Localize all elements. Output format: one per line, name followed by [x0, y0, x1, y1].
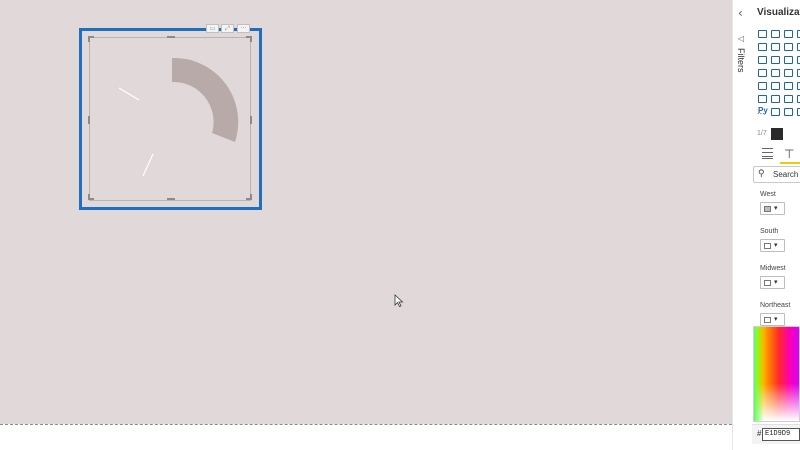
donut-arc-segment — [172, 57, 239, 142]
selected-donut-visual[interactable] — [79, 28, 262, 210]
chevron-down-icon: ▾ — [774, 316, 778, 323]
decomposition-tree-icon[interactable] — [784, 108, 793, 116]
stacked-area-chart-icon[interactable] — [784, 43, 793, 51]
color-picker-northeast[interactable]: ▾ — [760, 313, 785, 326]
hex-color-row: # E1D9D9 — [752, 424, 800, 444]
filters-label[interactable]: Filters — [736, 48, 746, 73]
resize-handle-top-left-v[interactable] — [88, 36, 90, 42]
visualizations-pane: Visualizations Py ... 1/7 — [752, 0, 800, 450]
format-search-box[interactable]: ⚲ Search — [753, 166, 800, 183]
focus-mode-icon[interactable]: ⤢ — [221, 24, 234, 33]
color-picker-west[interactable]: ▾ — [760, 202, 785, 215]
color-swatch-west — [764, 206, 771, 212]
paint-roller-icon[interactable]: ⊤ — [784, 147, 794, 161]
pane-tabs: ⊤ — [752, 144, 800, 164]
numeric-badge-icon[interactable]: 1/7 — [757, 130, 767, 137]
multi-row-card-icon[interactable] — [784, 82, 793, 90]
visualizations-title: Visualizations — [757, 7, 800, 18]
resize-handle-left[interactable] — [88, 116, 90, 124]
key-influencers-icon[interactable] — [771, 108, 780, 116]
data-color-label-northeast: Northeast — [760, 302, 791, 309]
color-spectrum-picker[interactable] — [753, 326, 800, 422]
donut-leader-line-1 — [118, 87, 140, 101]
donut-chart — [118, 57, 239, 177]
data-color-label-west: West — [760, 191, 776, 198]
chevron-down-icon: ▾ — [774, 242, 778, 249]
chevron-down-icon: ▾ — [774, 205, 778, 212]
treemap-icon[interactable] — [771, 69, 780, 77]
funnel-icon: ◁ — [738, 34, 745, 43]
waterfall-chart-icon[interactable] — [758, 56, 767, 64]
visual-header-toolbar: ▭ ⤢ ··· — [206, 24, 252, 34]
search-icon: ⚲ — [758, 168, 765, 178]
visual-focus-frame — [88, 36, 252, 201]
resize-handle-bottom[interactable] — [167, 198, 175, 200]
fields-tab-icon[interactable] — [762, 148, 773, 159]
clustered-bar-chart-icon[interactable] — [784, 30, 793, 38]
report-canvas[interactable]: ▭ ⤢ ··· — [0, 0, 732, 424]
color-swatch-northeast — [764, 317, 771, 323]
page-tabs-bar — [0, 424, 732, 450]
table-icon[interactable] — [771, 95, 780, 103]
data-color-label-south: South — [760, 228, 779, 235]
slicer-icon[interactable] — [758, 95, 767, 103]
stacked-bar-chart-icon[interactable] — [758, 30, 767, 38]
more-visuals-button[interactable]: ... — [757, 106, 765, 116]
donut-chart-icon[interactable] — [758, 69, 767, 77]
color-picker-south[interactable]: ▾ — [760, 239, 785, 252]
hex-color-input[interactable]: E1D9D9 — [762, 428, 800, 441]
donut-leader-line-2 — [142, 153, 154, 177]
chevron-left-icon[interactable]: ‹ — [738, 6, 743, 20]
custom-visual-icon[interactable] — [771, 128, 783, 140]
area-chart-icon[interactable] — [771, 43, 780, 51]
pin-visual-icon[interactable]: ▭ — [206, 24, 219, 33]
color-swatch-south — [764, 243, 771, 249]
resize-handle-top-right-v[interactable] — [250, 36, 252, 42]
mouse-pointer-icon — [394, 294, 404, 308]
color-swatch-midwest — [764, 280, 771, 286]
active-tab-indicator — [780, 162, 800, 164]
line-chart-icon[interactable] — [758, 43, 767, 51]
funnel-chart-icon[interactable] — [771, 56, 780, 64]
card-icon[interactable] — [771, 82, 780, 90]
more-options-icon[interactable]: ··· — [237, 24, 250, 33]
data-color-label-midwest: Midwest — [760, 265, 786, 272]
color-picker-midwest[interactable]: ▾ — [760, 276, 785, 289]
stacked-column-chart-icon[interactable] — [771, 30, 780, 38]
scatter-chart-icon[interactable] — [784, 56, 793, 64]
map-icon[interactable] — [784, 69, 793, 77]
resize-handle-right[interactable] — [250, 116, 252, 124]
matrix-icon[interactable] — [784, 95, 793, 103]
resize-handle-bottom-left-v[interactable] — [88, 194, 90, 200]
resize-handle-top[interactable] — [167, 36, 175, 38]
search-placeholder: Search — [773, 170, 799, 179]
gauge-icon[interactable] — [758, 82, 767, 90]
hex-prefix: # — [757, 429, 762, 438]
filters-pane-collapsed[interactable]: ‹ ◁ Filters — [732, 0, 752, 450]
resize-handle-bottom-right-v[interactable] — [250, 194, 252, 200]
chevron-down-icon: ▾ — [774, 279, 778, 286]
